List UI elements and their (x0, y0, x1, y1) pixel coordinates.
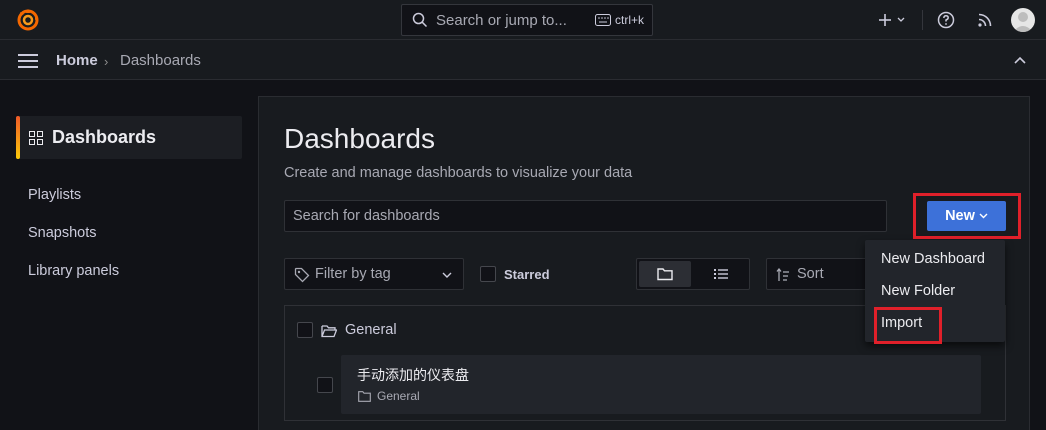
user-avatar[interactable] (1011, 8, 1035, 32)
dashboard-folder: General (377, 389, 420, 403)
tag-filter-select[interactable]: Filter by tag (284, 258, 464, 290)
help-icon (937, 11, 955, 29)
sidebar-item-library-panels[interactable]: Library panels (28, 263, 119, 279)
dashboard-checkbox[interactable] (317, 377, 333, 393)
breadcrumb-home[interactable]: Home (56, 52, 98, 69)
dashboard-title: 手动添加的仪表盘 (357, 368, 469, 384)
sidebar: Dashboards Playlists Snapshots Library p… (0, 80, 258, 430)
sidebar-item-snapshots[interactable]: Snapshots (28, 225, 97, 241)
menu-icon[interactable] (18, 53, 38, 69)
add-new-button[interactable] (876, 10, 908, 30)
breadcrumb-current: Dashboards (120, 52, 201, 69)
sidebar-item-label: Dashboards (52, 127, 157, 147)
new-button[interactable]: New (927, 201, 1006, 231)
import-highlight (874, 307, 942, 344)
global-search-input[interactable]: Search or jump to... ctrl+k (401, 4, 653, 36)
starred-checkbox[interactable] (480, 266, 496, 282)
active-indicator (16, 116, 20, 159)
sort-label: Sort (797, 266, 824, 282)
apps-icon (29, 131, 43, 145)
list-item[interactable]: 手动添加的仪表盘 General (341, 355, 981, 414)
list-view-button[interactable] (695, 261, 747, 287)
news-button[interactable] (975, 10, 995, 30)
help-button[interactable] (936, 10, 956, 30)
folder-name[interactable]: General (345, 322, 397, 338)
sort-select[interactable]: Sort (766, 258, 876, 290)
tag-icon (294, 267, 310, 283)
topbar-divider (922, 10, 923, 30)
search-icon (412, 12, 428, 28)
folder-icon (358, 391, 371, 402)
menu-item-new-dashboard[interactable]: New Dashboard (881, 251, 985, 267)
user-icon (1013, 12, 1033, 32)
top-bar: Search or jump to... ctrl+k (0, 0, 1046, 40)
breadcrumb-bar: Home › Dashboards (0, 40, 1046, 80)
list-icon (714, 269, 728, 279)
chevron-up-icon[interactable] (1013, 54, 1027, 68)
starred-label: Starred (504, 267, 550, 282)
breadcrumb-separator: › (104, 54, 109, 69)
folder-checkbox[interactable] (297, 322, 313, 338)
chevron-down-icon (979, 213, 988, 219)
folder-view-button[interactable] (639, 261, 691, 287)
chevron-down-icon (442, 272, 452, 278)
search-placeholder: Search or jump to... (436, 11, 567, 29)
tag-filter-label: Filter by tag (315, 266, 391, 282)
folder-icon (657, 268, 673, 281)
rss-icon (978, 13, 992, 27)
folder-open-icon (321, 325, 337, 338)
shortcut-hint: ctrl+k (594, 13, 644, 27)
sort-icon (776, 268, 789, 281)
sidebar-item-playlists[interactable]: Playlists (28, 187, 81, 203)
grafana-logo-icon[interactable] (16, 8, 40, 32)
page-subtitle: Create and manage dashboards to visualiz… (284, 165, 633, 181)
keyboard-icon (594, 14, 611, 26)
new-button-label: New (945, 208, 975, 224)
menu-item-new-folder[interactable]: New Folder (881, 283, 955, 299)
page-title: Dashboards (284, 123, 435, 154)
plus-icon (879, 14, 905, 26)
dashboard-search-input[interactable]: Search for dashboards (284, 200, 887, 232)
view-toggle (636, 258, 750, 290)
shortcut-text: ctrl+k (614, 13, 644, 27)
sidebar-item-dashboards[interactable]: Dashboards (16, 116, 242, 159)
